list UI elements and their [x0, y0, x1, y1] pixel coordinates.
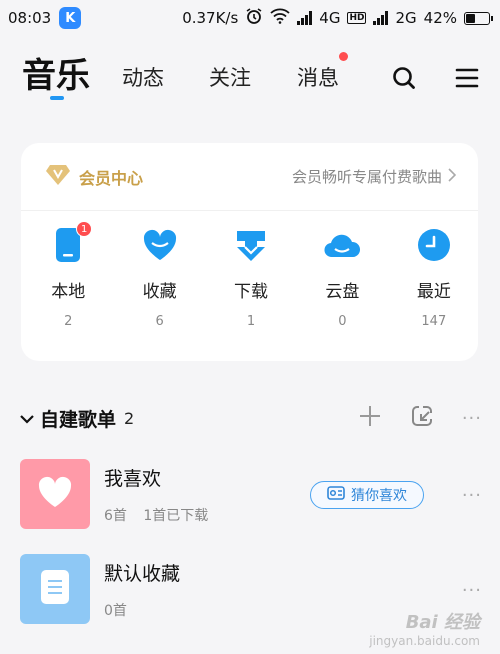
add-icon[interactable]	[358, 404, 382, 432]
tab-follow[interactable]: 关注	[209, 62, 251, 92]
status-time: 08:03	[8, 9, 52, 27]
alarm-icon	[245, 7, 263, 29]
network-type-2g: 2G	[395, 9, 417, 27]
guess-you-like-button[interactable]: 猜你喜欢	[310, 481, 424, 509]
vip-diamond-icon	[45, 164, 71, 190]
shortcut-count: 2	[64, 314, 73, 329]
download-icon	[231, 225, 271, 265]
more-icon[interactable]: ···	[462, 580, 482, 601]
guess-you-like-label: 猜你喜欢	[351, 488, 407, 504]
network-speed: 0.37K/s	[182, 9, 239, 27]
battery-icon	[464, 11, 493, 25]
active-tab-indicator	[50, 96, 64, 100]
search-icon[interactable]	[390, 64, 418, 92]
top-navigation: 音乐 动态 关注 消息	[0, 46, 500, 106]
vip-center-row[interactable]: 会员中心 会员畅听专属付费歌曲	[21, 143, 478, 211]
watermark-main: Bai 经验	[405, 612, 480, 633]
shortcut-local[interactable]: 1 本地 2	[24, 221, 112, 329]
watermark: Bai 经验 jingyan.baidu.com	[369, 608, 480, 648]
clock-icon	[414, 225, 454, 265]
vip-center-label: 会员中心	[79, 168, 144, 188]
network-type-4g: 4G	[319, 9, 341, 27]
shortcut-recent[interactable]: 最近 147	[390, 225, 478, 329]
phone-icon: 1	[48, 221, 93, 265]
shortcut-count: 1	[246, 314, 256, 329]
tab-messages[interactable]: 消息	[297, 62, 339, 92]
radio-icon	[327, 485, 345, 505]
playlist-name: 默认收藏	[104, 562, 181, 585]
tab-activity[interactable]: 动态	[122, 62, 164, 92]
playlists-count: 2	[124, 408, 135, 428]
signal-icon	[297, 11, 313, 25]
hd-icon: HD	[347, 12, 367, 24]
playlists-header: 自建歌单 2 ···	[20, 398, 482, 438]
playlist-item[interactable]: 我喜欢 6首 1首已下载 猜你喜欢 ···	[20, 459, 482, 529]
shortcut-label: 最近	[416, 282, 451, 302]
shortcut-label: 下载	[234, 282, 269, 302]
playlist-song-count: 6首	[104, 507, 127, 524]
vip-promo-link[interactable]: 会员畅听专属付费歌曲	[291, 166, 457, 187]
heart-icon	[140, 225, 180, 265]
import-icon[interactable]	[410, 404, 434, 432]
more-icon[interactable]: ···	[462, 485, 482, 506]
heart-icon	[37, 476, 73, 512]
chevron-down-icon[interactable]	[20, 409, 34, 428]
playlist-song-count: 0首	[104, 602, 127, 619]
playlist-cover	[20, 459, 90, 529]
local-badge: 1	[76, 221, 93, 237]
playlist-downloaded: 1首已下载	[143, 507, 209, 524]
vip-promo-text: 会员畅听专属付费歌曲	[291, 168, 442, 186]
shortcut-label: 本地	[51, 282, 86, 302]
vip-card: 会员中心 会员畅听专属付费歌曲 1 本地 2 收藏 6 下载 1 云盘 0 最近…	[21, 143, 478, 361]
battery-percent: 42%	[423, 9, 457, 27]
tab-music[interactable]: 音乐	[22, 48, 90, 97]
shortcut-label: 收藏	[142, 282, 177, 302]
app-notification-icon: K	[59, 7, 82, 29]
playlist-meta: 0首	[104, 600, 180, 620]
shortcut-count: 147	[421, 314, 447, 329]
shortcut-count: 0	[338, 314, 347, 329]
cloud-icon	[322, 225, 362, 265]
signal-icon-2	[373, 11, 389, 25]
more-icon[interactable]: ···	[462, 408, 482, 429]
playlists-title[interactable]: 自建歌单	[40, 405, 116, 432]
document-icon	[40, 569, 70, 609]
playlist-meta: 6首 1首已下载	[104, 505, 208, 525]
watermark-sub: jingyan.baidu.com	[369, 634, 480, 648]
status-bar: 08:03 K 0.37K/s 4G HD 2G 42%	[0, 0, 500, 36]
shortcut-download[interactable]: 下载 1	[207, 225, 295, 329]
shortcut-favorites[interactable]: 收藏 6	[115, 225, 203, 329]
playlist-cover	[20, 554, 90, 624]
message-unread-dot	[339, 52, 348, 61]
shortcut-cloud[interactable]: 云盘 0	[298, 225, 386, 329]
shortcut-count: 6	[155, 314, 164, 329]
shortcut-grid: 1 本地 2 收藏 6 下载 1 云盘 0 最近 147	[21, 221, 478, 329]
playlist-name: 我喜欢	[104, 467, 162, 490]
chevron-right-icon	[448, 167, 457, 186]
menu-icon[interactable]	[453, 64, 481, 92]
shortcut-label: 云盘	[325, 282, 360, 302]
wifi-icon	[270, 8, 290, 28]
